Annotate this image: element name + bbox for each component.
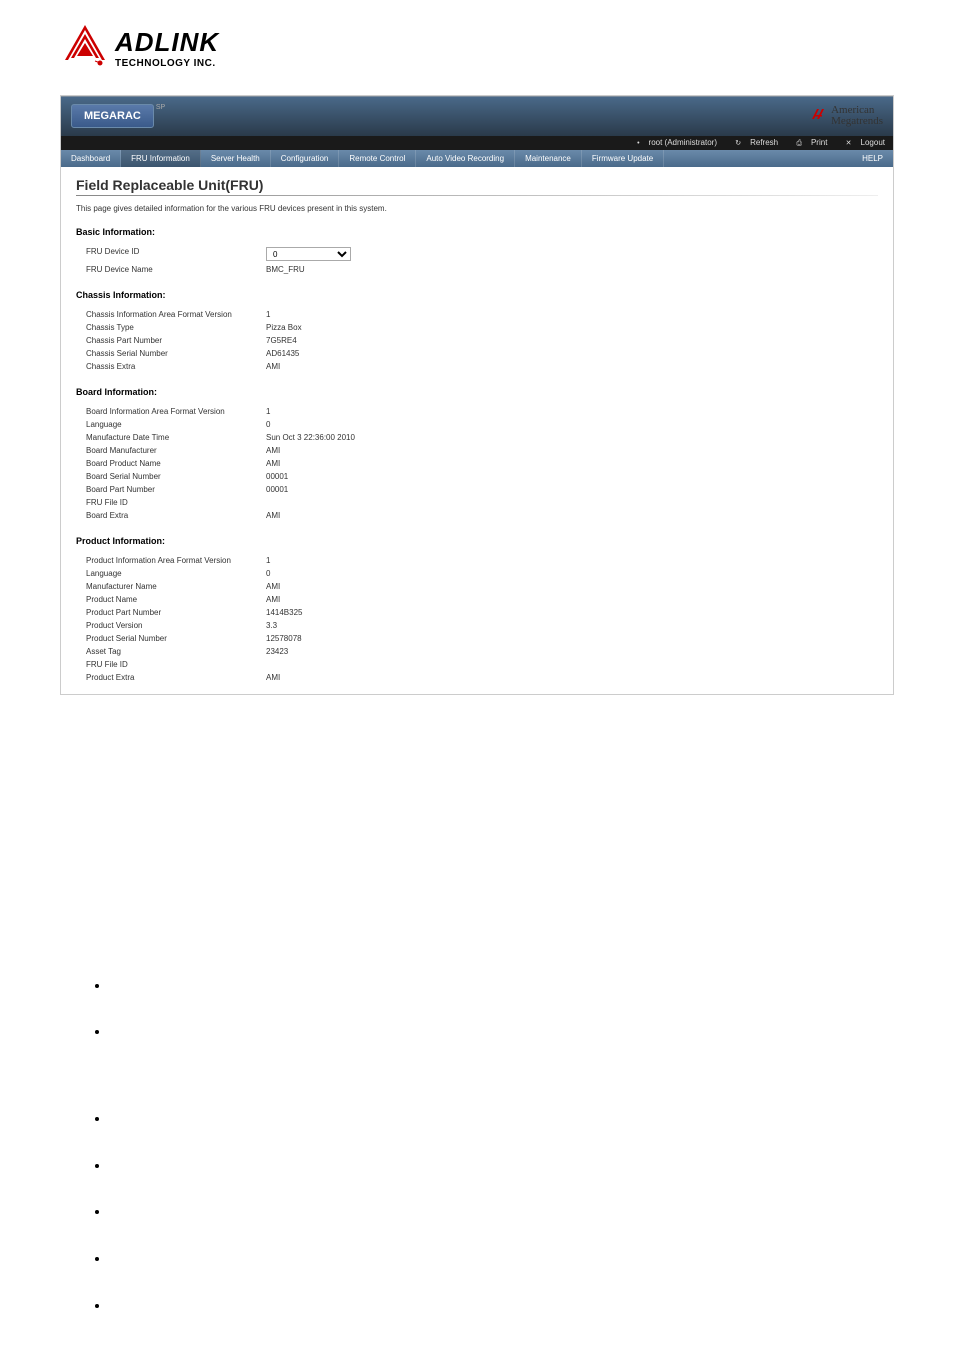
board-extra-value: AMI xyxy=(266,511,878,520)
menu-fw[interactable]: Firmware Update xyxy=(582,150,664,167)
american-megatrends-logo: American Megatrends xyxy=(810,105,883,127)
product-sn-value: 12578078 xyxy=(266,634,878,643)
chassis-heading: Chassis Information: xyxy=(76,290,878,300)
page-desc: This page gives detailed information for… xyxy=(76,204,878,213)
adlink-logo-text: ADLINK xyxy=(115,27,219,58)
megarac-badge: MEGARAC xyxy=(71,104,154,128)
body-b2: FRU Device Name - The device name of the… xyxy=(110,1020,884,1045)
chassis-sn-value: AD61435 xyxy=(266,349,878,358)
content-area: Field Replaceable Unit(FRU) This page gi… xyxy=(61,167,893,694)
product-name-value: AMI xyxy=(266,595,878,604)
product-lang-value: 0 xyxy=(266,569,878,578)
body-c3: Chassis Part Number xyxy=(110,1200,884,1225)
body-b1: FRU device ID - Select the device ID fro… xyxy=(110,974,884,999)
chassis-extra-value: AMI xyxy=(266,362,878,371)
product-name-label: Product Name xyxy=(86,595,266,604)
chassis-type-label: Chassis Type xyxy=(86,323,266,332)
menu-config[interactable]: Configuration xyxy=(271,150,340,167)
refresh-link[interactable]: ↻Refresh xyxy=(727,138,778,147)
adlink-triangle-icon xyxy=(60,20,110,75)
board-lang-value: 0 xyxy=(266,420,878,429)
body-c1: Area Format Version xyxy=(110,1107,884,1132)
board-heading: Board Information: xyxy=(76,387,878,397)
board-pn-label: Board Part Number xyxy=(86,485,266,494)
board-prod-value: AMI xyxy=(266,459,878,468)
top-links-bar: •root (Administrator) ↻Refresh ⎙Print ✕L… xyxy=(61,136,893,150)
product-asset-value: 23423 xyxy=(266,647,878,656)
board-prod-label: Board Product Name xyxy=(86,459,266,468)
product-extra-value: AMI xyxy=(266,673,878,682)
menu-health[interactable]: Server Health xyxy=(201,150,271,167)
fru-id-select[interactable]: 0 xyxy=(266,247,351,261)
chassis-extra-label: Chassis Extra xyxy=(86,362,266,371)
product-mfr-label: Manufacturer Name xyxy=(86,582,266,591)
body-chassis-h: Chassis Information xyxy=(70,1067,884,1092)
board-file-value xyxy=(266,498,878,507)
body-c2: Chassis Type xyxy=(110,1154,884,1179)
basic-heading: Basic Information: xyxy=(76,227,878,237)
help-link[interactable]: HELP xyxy=(852,150,893,167)
product-sn-label: Product Serial Number xyxy=(86,634,266,643)
product-ver-value: 3.3 xyxy=(266,621,878,630)
title-underline xyxy=(76,195,878,196)
chassis-pn-value: 7G5RE4 xyxy=(266,336,878,345)
board-extra-label: Board Extra xyxy=(86,511,266,520)
product-asset-label: Asset Tag xyxy=(86,647,266,656)
product-file-label: FRU File ID xyxy=(86,660,266,669)
board-fmt-value: 1 xyxy=(266,407,878,416)
fru-name-value: BMC_FRU xyxy=(266,265,878,274)
product-ver-label: Product Version xyxy=(86,621,266,630)
body-text: The FRU Information Page displays the BM… xyxy=(60,845,894,1318)
fru-id-label: FRU Device ID xyxy=(86,247,266,261)
product-heading: Product Information: xyxy=(76,536,878,546)
chassis-pn-label: Chassis Part Number xyxy=(86,336,266,345)
adlink-logo-subtext: TECHNOLOGY INC. xyxy=(115,58,219,69)
product-fmt-label: Product Information Area Format Version xyxy=(86,556,266,565)
chassis-type-value: Pizza Box xyxy=(266,323,878,332)
body-p1: The FRU Information Page displays the BM… xyxy=(70,845,884,919)
menu-fru[interactable]: FRU Information xyxy=(121,150,201,167)
board-file-label: FRU File ID xyxy=(86,498,266,507)
product-pn-label: Product Part Number xyxy=(86,608,266,617)
menu-maint[interactable]: Maintenance xyxy=(515,150,582,167)
product-fmt-value: 1 xyxy=(266,556,878,565)
am-line2: Megatrends xyxy=(831,116,883,127)
chassis-sn-label: Chassis Serial Number xyxy=(86,349,266,358)
board-pn-value: 00001 xyxy=(266,485,878,494)
board-sn-label: Board Serial Number xyxy=(86,472,266,481)
product-mfr-value: AMI xyxy=(266,582,878,591)
body-c4: Chassis Serial Number xyxy=(110,1247,884,1272)
board-fmt-label: Board Information Area Format Version xyxy=(86,407,266,416)
menu-dashboard[interactable]: Dashboard xyxy=(61,150,121,167)
fru-screenshot: MEGARACSP American Megatrends •root (Adm… xyxy=(60,95,894,695)
chassis-fmt-label: Chassis Information Area Format Version xyxy=(86,310,266,319)
am-icon xyxy=(810,107,828,126)
product-extra-label: Product Extra xyxy=(86,673,266,682)
board-mfr-label: Board Manufacturer xyxy=(86,446,266,455)
board-date-value: Sun Oct 3 22:36:00 2010 xyxy=(266,433,878,442)
board-date-label: Manufacture Date Time xyxy=(86,433,266,442)
fru-name-label: FRU Device Name xyxy=(86,265,266,274)
menu-video[interactable]: Auto Video Recording xyxy=(416,150,515,167)
board-lang-label: Language xyxy=(86,420,266,429)
sp-badge: SP xyxy=(156,104,165,111)
logout-link[interactable]: ✕Logout xyxy=(838,138,885,147)
body-c5: Chassis Extra xyxy=(110,1294,884,1319)
page-title: Field Replaceable Unit(FRU) xyxy=(76,177,878,193)
user-info: •root (Administrator) xyxy=(629,138,717,147)
print-link[interactable]: ⎙Print xyxy=(788,138,827,147)
body-basic-h: Basic Information xyxy=(70,934,884,959)
adlink-logo: ADLINK TECHNOLOGY INC. xyxy=(60,20,894,75)
board-sn-value: 00001 xyxy=(266,472,878,481)
product-lang-label: Language xyxy=(86,569,266,578)
board-mfr-value: AMI xyxy=(266,446,878,455)
menu-remote[interactable]: Remote Control xyxy=(339,150,416,167)
product-file-value xyxy=(266,660,878,669)
product-pn-value: 1414B325 xyxy=(266,608,878,617)
chassis-fmt-value: 1 xyxy=(266,310,878,319)
menubar: Dashboard FRU Information Server Health … xyxy=(61,150,893,167)
